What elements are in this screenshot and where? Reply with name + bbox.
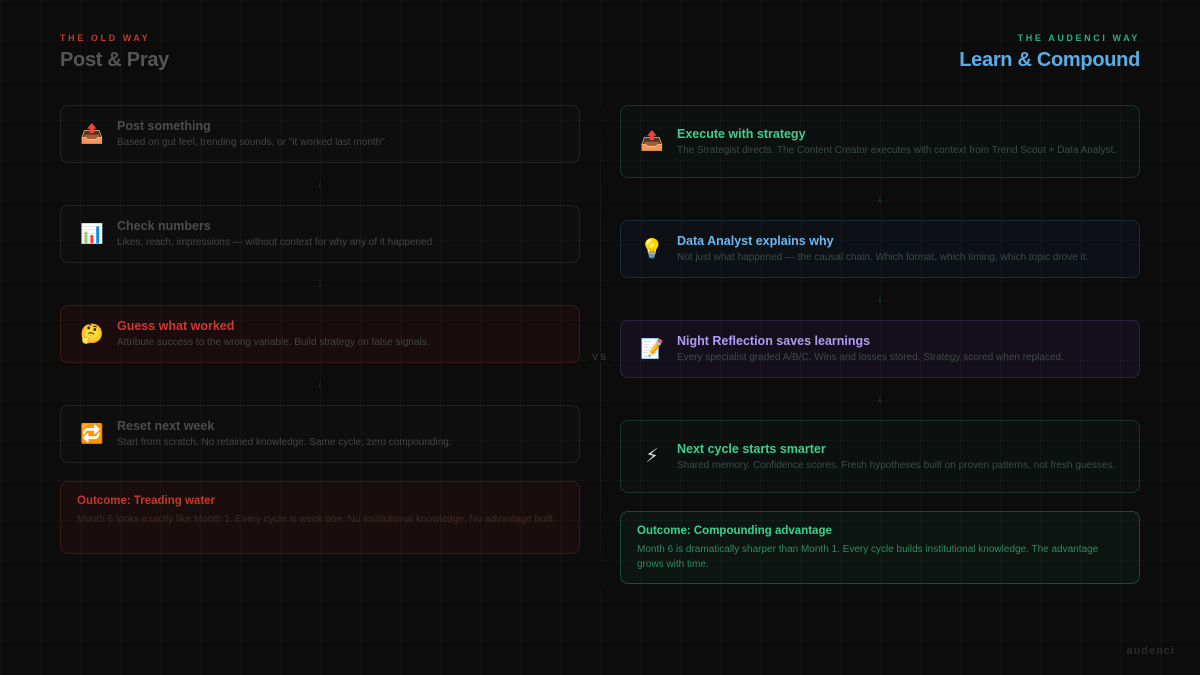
down-arrow-icon: ↓ <box>877 293 883 305</box>
outcome-description: Month 6 looks exactly like Month 1. Ever… <box>77 514 556 525</box>
thinking-face-icon: 🤔 <box>80 323 104 345</box>
old-way-title: Post & Pray <box>60 49 169 71</box>
step-description: Attribute success to the wrong variable.… <box>117 337 430 348</box>
step-title: Guess what worked <box>117 319 235 333</box>
step-description: Every specialist graded A/B/C. Wins and … <box>677 352 1064 363</box>
old-step-post-something: 📤 Post something Based on gut feel, tren… <box>60 105 580 163</box>
new-way-column: THE AUDENCI WAY Learn & Compound 📤 Execu… <box>620 0 1140 584</box>
step-title: Execute with strategy <box>677 126 806 141</box>
outbox-tray-icon: 📤 <box>80 123 104 145</box>
outcome-description: Month 6 is dramatically sharper than Mon… <box>637 544 1099 570</box>
step-description: Shared memory. Confidence scores. Fresh … <box>677 459 1116 471</box>
outbox-tray-icon: 📤 <box>640 131 664 152</box>
bar-chart-icon: 📊 <box>80 223 104 245</box>
step-title: Reset next week <box>117 419 215 433</box>
repeat-icon: 🔁 <box>80 423 104 445</box>
memo-icon: 📝 <box>640 338 664 360</box>
old-step-check-numbers: 📊 Check numbers Likes, reach, impression… <box>60 205 580 263</box>
new-step-execute-with-strategy: 📤 Execute with strategy The Strategist d… <box>620 105 1140 178</box>
down-arrow-icon: ↓ <box>317 278 323 290</box>
new-way-kicker: THE AUDENCI WAY <box>1017 33 1140 43</box>
down-arrow-icon: ↓ <box>317 178 323 190</box>
brand-wordmark: audenci <box>1126 645 1175 657</box>
vs-label: VS <box>588 352 612 362</box>
step-title: Data Analyst explains why <box>677 234 834 248</box>
old-way-outcome: Outcome: Treading water Month 6 looks ex… <box>60 481 580 554</box>
step-description: Not just what happened — the causal chai… <box>677 252 1089 263</box>
new-step-night-reflection: 📝 Night Reflection saves learnings Every… <box>620 320 1140 378</box>
old-way-kicker: THE OLD WAY <box>60 33 151 43</box>
step-description: Likes, reach, impressions — without cont… <box>117 237 433 248</box>
step-title: Next cycle starts smarter <box>677 441 826 456</box>
step-description: Based on gut feel, trending sounds, or "… <box>117 137 385 148</box>
new-way-outcome: Outcome: Compounding advantage Month 6 i… <box>620 511 1140 584</box>
new-way-title: Learn & Compound <box>959 49 1140 71</box>
center-divider <box>600 108 601 588</box>
step-title: Check numbers <box>117 219 211 233</box>
down-arrow-icon: ↓ <box>877 193 883 205</box>
outcome-title: Outcome: Treading water <box>77 495 216 507</box>
new-step-next-cycle: ⚡ Next cycle starts smarter Shared memor… <box>620 420 1140 493</box>
old-step-guess-what-worked: 🤔 Guess what worked Attribute success to… <box>60 305 580 363</box>
light-bulb-icon: 💡 <box>640 238 664 260</box>
step-description: Start from scratch. No retained knowledg… <box>117 437 452 448</box>
old-way-steps: 📤 Post something Based on gut feel, tren… <box>60 105 580 554</box>
step-title: Night Reflection saves learnings <box>677 334 871 348</box>
lightning-icon: ⚡ <box>645 446 659 467</box>
down-arrow-icon: ↓ <box>317 378 323 390</box>
step-title: Post something <box>117 119 211 133</box>
step-description: The Strategist directs. The Content Crea… <box>677 144 1117 156</box>
old-step-reset-next-week: 🔁 Reset next week Start from scratch. No… <box>60 405 580 463</box>
down-arrow-icon: ↓ <box>877 393 883 405</box>
new-way-steps: 📤 Execute with strategy The Strategist d… <box>620 105 1140 584</box>
new-step-data-analyst: 💡 Data Analyst explains why Not just wha… <box>620 220 1140 278</box>
outcome-title: Outcome: Compounding advantage <box>637 525 832 537</box>
old-way-column: THE OLD WAY Post & Pray 📤 Post something… <box>60 0 580 554</box>
